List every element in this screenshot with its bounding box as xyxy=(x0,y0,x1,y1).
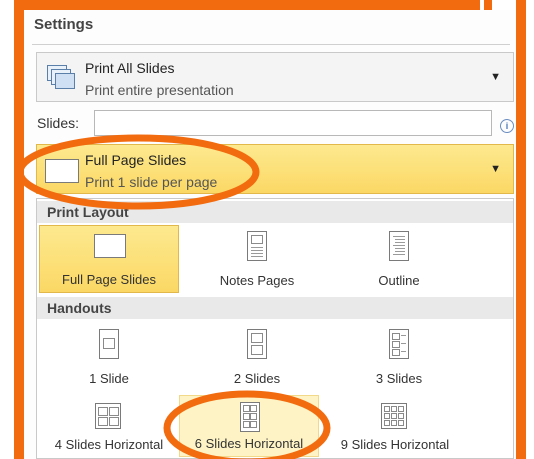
annotation-frame-left xyxy=(14,0,24,459)
handout-option-label: 2 Slides xyxy=(233,371,281,386)
layout-option-notes-pages[interactable]: Notes Pages xyxy=(187,225,327,293)
handout-9-slides-horizontal-icon xyxy=(381,403,407,429)
print-layout-subtitle: Print 1 slide per page xyxy=(85,174,218,190)
info-icon[interactable]: i xyxy=(500,119,514,133)
full-page-slide-icon xyxy=(45,159,79,183)
print-layout-title: Full Page Slides xyxy=(85,152,187,168)
layout-option-label: Notes Pages xyxy=(219,273,295,288)
layout-option-label: Full Page Slides xyxy=(62,272,156,287)
handout-4-slides-horizontal-icon xyxy=(95,403,121,429)
handout-option-9-slides-horizontal[interactable]: 9 Slides Horizontal xyxy=(325,395,465,457)
handout-6-slides-horizontal-icon xyxy=(240,402,260,432)
handout-3-slides-icon xyxy=(389,329,409,359)
annotation-frame-right xyxy=(516,0,526,459)
slides-input[interactable] xyxy=(94,110,492,136)
settings-heading: Settings xyxy=(34,16,94,33)
handout-option-1-slide[interactable]: 1 Slide xyxy=(39,323,179,391)
print-range-dropdown[interactable]: Print All Slides Print entire presentati… xyxy=(36,52,514,102)
full-page-slide-icon xyxy=(94,234,126,258)
print-layout-section-header: Print Layout xyxy=(37,201,513,223)
layout-gallery: Print Layout Full Page Slides Notes Page… xyxy=(36,198,514,459)
print-settings-panel: Settings Print All Slides Print entire p… xyxy=(24,10,516,459)
handout-option-label: 1 Slide xyxy=(89,371,129,386)
handout-option-label: 4 Slides Horizontal xyxy=(54,437,164,452)
handout-1-slide-icon xyxy=(99,329,119,359)
print-range-title: Print All Slides xyxy=(85,60,175,76)
dropdown-arrow-icon: ▼ xyxy=(490,163,501,175)
handout-option-3-slides[interactable]: 3 Slides xyxy=(329,323,469,391)
handout-option-2-slides[interactable]: 2 Slides xyxy=(187,323,327,391)
handout-option-label: 3 Slides xyxy=(375,371,423,386)
handout-option-6-slides-horizontal[interactable]: 6 Slides Horizontal xyxy=(179,395,319,457)
notes-pages-icon xyxy=(247,231,267,261)
print-range-subtitle: Print entire presentation xyxy=(85,82,234,98)
layout-option-label: Outline xyxy=(378,273,420,288)
annotation-frame-top xyxy=(14,0,526,10)
handout-option-4-slides-horizontal[interactable]: 4 Slides Horizontal xyxy=(39,395,179,457)
settings-divider xyxy=(32,44,510,45)
print-layout-dropdown[interactable]: Full Page Slides Print 1 slide per page … xyxy=(36,144,514,194)
outline-icon xyxy=(389,231,409,261)
handouts-section-header: Handouts xyxy=(37,297,513,319)
slides-stack-icon xyxy=(47,65,75,91)
layout-option-full-page-slides[interactable]: Full Page Slides xyxy=(39,225,179,293)
handout-option-label: 6 Slides Horizontal xyxy=(194,436,304,451)
handout-option-label: 9 Slides Horizontal xyxy=(340,437,450,452)
dropdown-arrow-icon: ▼ xyxy=(490,71,501,83)
slides-field-label: Slides: xyxy=(37,115,80,131)
layout-option-outline[interactable]: Outline xyxy=(329,225,469,293)
handout-2-slides-icon xyxy=(247,329,267,359)
